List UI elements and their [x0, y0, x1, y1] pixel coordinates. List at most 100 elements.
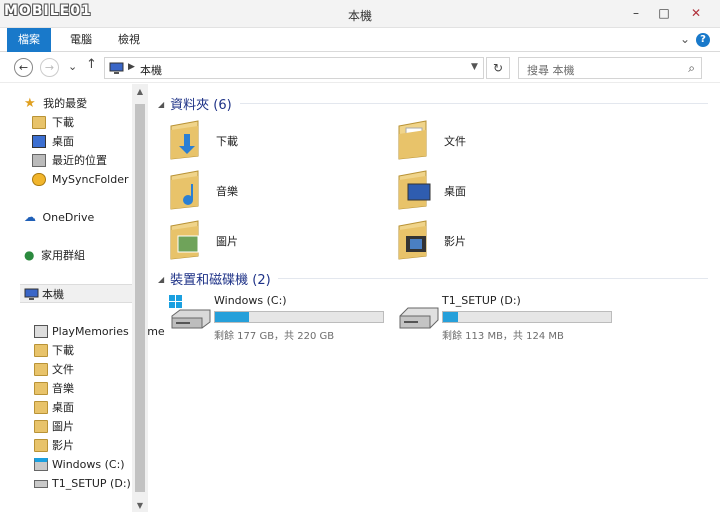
folder-label: 音樂: [216, 185, 238, 198]
nav-label: 最近的位置: [52, 154, 107, 167]
tab-file[interactable]: 檔案: [7, 28, 51, 52]
drive-name: Windows (C:): [214, 294, 287, 307]
desktop-icon: [32, 135, 46, 148]
folder-label: 桌面: [444, 185, 466, 198]
address-dropdown-icon[interactable]: ▼: [471, 62, 478, 72]
nav-label: OneDrive: [42, 211, 95, 224]
videos-folder-icon: [34, 439, 48, 452]
nav-this-pc[interactable]: 本機: [20, 284, 132, 303]
drive-space-info: 剩餘 177 GB，共 220 GB: [214, 331, 335, 342]
nav-label: 桌面: [52, 135, 74, 148]
scroll-thumb[interactable]: [135, 104, 145, 492]
windows-drive-icon: [34, 458, 48, 471]
recent-places-icon: [32, 154, 46, 167]
address-field[interactable]: ▶ 本機 ▼: [104, 57, 484, 79]
documents-folder-icon: [34, 363, 48, 376]
nav-label: 影片: [52, 439, 74, 452]
help-button[interactable]: ?: [696, 33, 710, 47]
group-divider: [240, 103, 708, 104]
pictures-folder-icon: [34, 420, 48, 433]
drive-usage-fill: [443, 312, 459, 322]
window-title: 本機: [347, 9, 372, 23]
homegroup-icon: ●: [24, 248, 35, 262]
cloud-icon: ☁: [24, 210, 36, 224]
back-button[interactable]: ←: [14, 58, 33, 77]
up-button[interactable]: ↑: [86, 57, 97, 72]
group-divider: [278, 278, 708, 279]
nav-label: MySyncFolder: [52, 173, 129, 186]
nav-label: 音樂: [52, 382, 74, 395]
minimize-button[interactable]: –: [624, 4, 648, 22]
music-folder-icon: [170, 170, 199, 210]
folder-label: 影片: [444, 235, 466, 248]
collapse-icon[interactable]: ◢: [158, 100, 164, 109]
search-icon: ⌕: [688, 61, 695, 75]
expand-ribbon-icon[interactable]: ⌄: [680, 32, 690, 46]
close-button[interactable]: ✕: [684, 4, 708, 22]
tab-view[interactable]: 檢視: [106, 28, 152, 52]
videos-folder-icon: [398, 220, 427, 260]
star-icon: ★: [24, 96, 36, 111]
drive-icon: [399, 307, 439, 329]
folder-item[interactable]: 圖片: [168, 218, 388, 264]
desktop-folder-icon: [34, 401, 48, 414]
drive-item-c[interactable]: Windows (C:) 剩餘 177 GB，共 220 GB: [168, 294, 398, 344]
drive-item-d[interactable]: T1_SETUP (D:) 剩餘 113 MB，共 124 MB: [396, 294, 626, 344]
folder-item[interactable]: 下載: [168, 118, 388, 164]
folder-label: 圖片: [216, 235, 238, 248]
recent-locations-icon[interactable]: ⌄: [68, 60, 77, 73]
group-title: 裝置和磁碟機 (2): [170, 273, 271, 288]
sync-folder-icon: [32, 173, 46, 186]
desktop-folder-icon: [398, 170, 431, 210]
folder-item[interactable]: 文件: [396, 118, 616, 164]
documents-folder-icon: [398, 120, 427, 160]
maximize-button[interactable]: □: [652, 4, 676, 22]
breadcrumb-separator-icon: ▶: [128, 62, 135, 72]
windows-drive-icon: [169, 295, 211, 329]
nav-label: 本機: [42, 288, 64, 301]
refresh-button[interactable]: ↻: [486, 57, 510, 79]
folder-label: 下載: [216, 135, 238, 148]
nav-label: 圖片: [52, 420, 74, 433]
navigation-pane: ★ 我的最愛 下載 桌面 最近的位置 MySyncFolder ☁ OneDri…: [0, 84, 165, 512]
music-folder-icon: [34, 382, 48, 395]
nav-label: 下載: [52, 344, 74, 357]
drive-usage-bar: [442, 311, 612, 323]
playmemories-icon: [34, 325, 48, 338]
drives-group-header[interactable]: ◢ 裝置和磁碟機 (2): [158, 269, 271, 288]
downloads-folder-icon: [32, 116, 46, 129]
nav-scrollbar[interactable]: ▲ ▼: [132, 84, 148, 512]
drive-space-info: 剩餘 113 MB，共 124 MB: [442, 331, 564, 342]
drive-icon: [34, 480, 48, 488]
folder-item[interactable]: 影片: [396, 218, 616, 264]
nav-label: T1_SETUP (D:): [52, 477, 131, 490]
nav-label: 家用群組: [40, 249, 85, 262]
computer-icon: [24, 288, 39, 300]
address-bar-row: ← → ⌄ ↑ ▶ 本機 ▼ ↻ 搜尋 本機 ⌕: [0, 53, 720, 83]
computer-icon: [109, 62, 124, 74]
search-input[interactable]: 搜尋 本機 ⌕: [518, 57, 702, 79]
nav-label: Windows (C:): [52, 458, 125, 471]
drive-usage-fill: [215, 312, 249, 322]
folder-label: 文件: [444, 135, 466, 148]
folder-item[interactable]: 桌面: [396, 168, 616, 214]
downloads-folder-icon: [34, 344, 48, 357]
folder-item[interactable]: 音樂: [168, 168, 388, 214]
tab-computer[interactable]: 電腦: [58, 28, 104, 52]
collapse-icon[interactable]: ◢: [158, 275, 164, 284]
nav-label: 文件: [52, 363, 74, 376]
drive-name: T1_SETUP (D:): [442, 294, 521, 307]
nav-label: 下載: [52, 116, 74, 129]
nav-label: 桌面: [52, 401, 74, 414]
title-bar: MOBILE01 本機 – □ ✕: [0, 0, 720, 28]
address-path: 本機: [140, 64, 162, 77]
group-title: 資料夾 (6): [170, 98, 232, 113]
search-placeholder: 搜尋 本機: [527, 64, 575, 77]
scroll-up-icon[interactable]: ▲: [132, 87, 148, 96]
nav-label: 我的最愛: [43, 97, 88, 110]
folders-group-header[interactable]: ◢ 資料夾 (6): [158, 94, 232, 113]
ribbon: 檔案 電腦 檢視 ⌄ ?: [0, 28, 720, 52]
scroll-down-icon[interactable]: ▼: [132, 501, 148, 510]
forward-button[interactable]: →: [40, 58, 59, 77]
content-pane: ◢ 資料夾 (6) 下載 文件 音樂 桌面 圖片 影片 ◢ 裝置和磁碟機 (2) W…: [148, 84, 720, 512]
